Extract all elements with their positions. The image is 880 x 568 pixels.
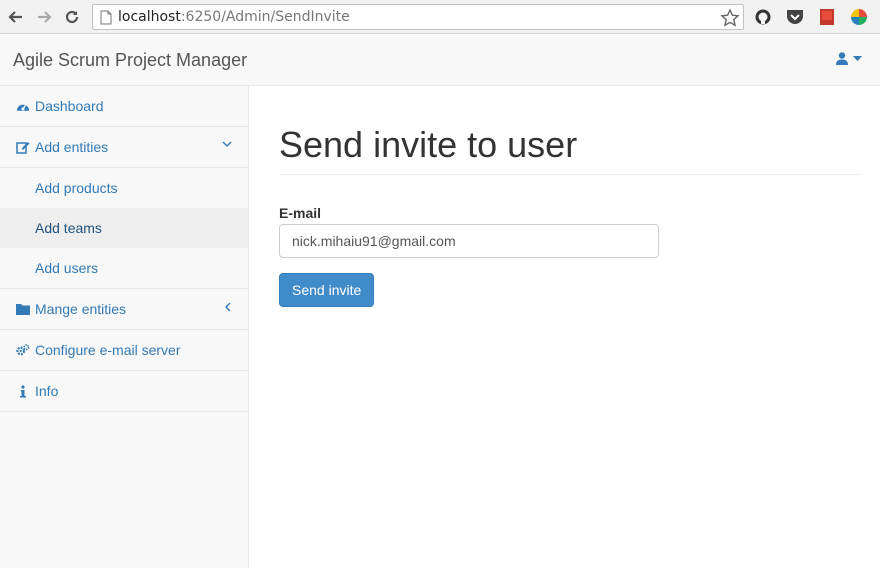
user-icon [836, 52, 848, 65]
page-icon [100, 10, 112, 25]
gears-icon [16, 343, 30, 357]
sidebar-item-label: Configure e-mail server [35, 342, 181, 358]
forward-arrow-icon [38, 11, 52, 23]
back-arrow-icon [8, 11, 22, 23]
info-icon [16, 384, 30, 398]
sidebar-item-mange-entities[interactable]: Mange entities [0, 289, 248, 330]
dashboard-icon [16, 99, 30, 113]
app-navbar: Agile Scrum Project Manager [0, 35, 880, 86]
pocket-icon[interactable] [785, 7, 805, 27]
url-host: localhost [118, 9, 181, 25]
email-label: E-mail [279, 205, 322, 221]
sidebar-item-add-entities[interactable]: Add entities [0, 127, 248, 168]
back-button[interactable] [6, 7, 26, 27]
sidebar-item-dashboard[interactable]: Dashboard [0, 86, 248, 127]
extension-circle-icon[interactable] [753, 7, 773, 27]
url-path: :6250/Admin/SendInvite [180, 9, 350, 25]
url-text: localhost:6250/Admin/SendInvite [118, 9, 350, 25]
app-brand[interactable]: Agile Scrum Project Manager [13, 50, 247, 71]
sidebar-item-configure-email-server[interactable]: Configure e-mail server [0, 330, 248, 371]
page-title: Send invite to user [279, 124, 861, 175]
send-invite-button[interactable]: Send invite [279, 273, 375, 307]
sidebar-subitem-add-users[interactable]: Add users [0, 248, 248, 288]
sidebar-item-label: Dashboard [35, 98, 104, 114]
sidebar-item-label: Mange entities [35, 301, 127, 317]
sidebar-item-label: Add entities [35, 139, 109, 155]
sidebar: Dashboard Add entities Add products Add … [0, 86, 249, 568]
sidebar-item-info[interactable]: Info [0, 371, 248, 412]
book-extension-icon[interactable] [817, 7, 837, 27]
browser-toolbar: localhost:6250/Admin/SendInvite [0, 0, 880, 34]
forward-button[interactable] [34, 7, 54, 27]
main-content: Send invite to user E-mail Send invite [279, 86, 861, 307]
address-bar[interactable]: localhost:6250/Admin/SendInvite [92, 4, 744, 30]
bookmark-star-icon[interactable] [720, 8, 740, 28]
reload-icon [65, 10, 79, 24]
user-menu-toggle[interactable] [836, 52, 862, 65]
sidebar-subitem-add-products[interactable]: Add products [0, 168, 248, 208]
sidebar-subitem-add-teams[interactable]: Add teams [0, 208, 248, 248]
edit-icon [16, 140, 30, 154]
color-wheel-icon[interactable] [849, 7, 869, 27]
email-input[interactable] [279, 224, 659, 258]
chevron-left-icon [225, 302, 231, 312]
sidebar-item-label: Info [35, 383, 59, 399]
reload-button[interactable] [62, 7, 82, 27]
chevron-down-icon [222, 141, 232, 147]
folder-icon [16, 302, 30, 316]
caret-down-icon [853, 55, 862, 61]
add-entities-submenu: Add products Add teams Add users [0, 168, 248, 289]
